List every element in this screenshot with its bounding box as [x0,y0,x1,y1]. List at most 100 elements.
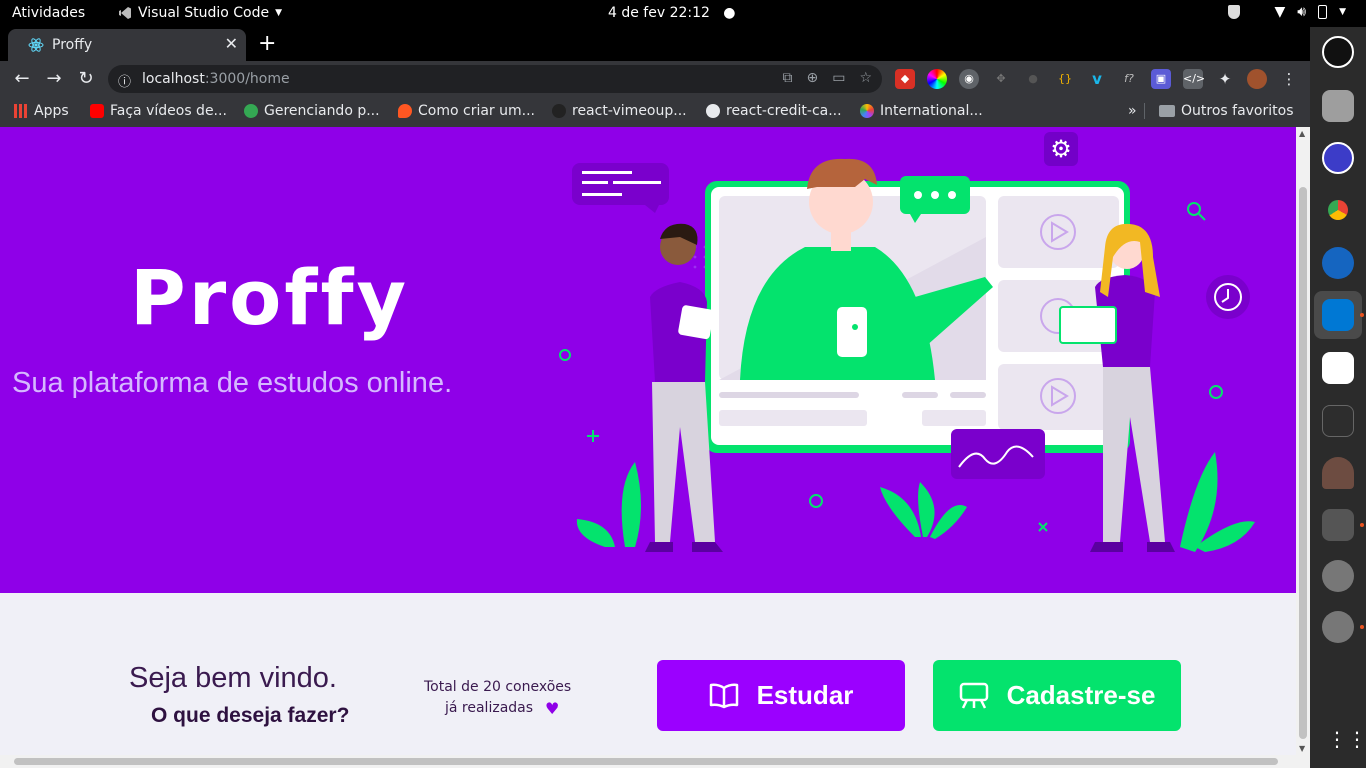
scroll-down-icon[interactable]: ▼ [1299,744,1305,753]
extension-icon[interactable]: ▣ [1151,69,1171,89]
dock: ⋮⋮⋮ [1310,27,1366,768]
json-icon[interactable]: {} [1055,69,1075,89]
disk-icon[interactable] [1322,560,1354,592]
horizontal-scrollbar[interactable] [0,755,1310,768]
chevron-down-icon: ▼ [275,8,283,18]
wifi-icon: ▼ [1274,4,1286,20]
bookmark-item[interactable]: Gerenciando p... [244,103,380,119]
apps-grid-icon [14,104,28,118]
extension-icon[interactable]: ● [1023,69,1043,89]
bookmark-item[interactable]: International... [860,103,983,119]
github-icon [552,104,566,118]
chevron-down-icon: ▼ [1339,7,1346,17]
tab-strip: Proffy ✕ + [0,27,1310,61]
files-icon[interactable] [1322,90,1354,122]
nbc-icon [860,104,874,118]
close-icon[interactable]: ✕ [225,34,238,53]
function-icon[interactable]: f? [1119,69,1139,89]
bookmarks-bar: Apps Faça vídeos de... Gerenciando p... … [0,97,1310,127]
vertical-scrollbar[interactable]: ▲ ▼ [1296,127,1310,755]
extension-icon[interactable]: ◆ [895,69,915,89]
page-viewport: Proffy Sua plataforma de estudos online. [0,127,1296,755]
extensions-bar: ◆ ◉ ✥ ● {} v f? ▣ </> ✦ ⋮ [895,69,1299,89]
gimp-icon[interactable] [1322,457,1354,489]
study-button[interactable]: Estudar [657,660,905,731]
running-dot-icon [1360,625,1364,629]
react-icon [28,38,44,52]
bookmark-item[interactable]: Como criar um... [398,103,535,119]
vscode-icon [119,7,131,19]
fire-icon [398,104,412,118]
disk-icon[interactable] [1322,611,1354,643]
tab-title: Proffy [52,37,93,53]
more-bookmarks-button[interactable]: » [1128,103,1137,119]
info-icon[interactable]: ⓘ [118,71,131,90]
scrollbar-thumb[interactable] [1299,187,1307,739]
battery-icon [1318,5,1328,19]
app-icon[interactable] [1322,142,1354,174]
welcome-question: O que deseja fazer? [151,704,350,727]
tab-proffy[interactable]: Proffy ✕ [8,29,246,61]
terminal-icon[interactable] [1322,405,1354,437]
scrollbar-thumb[interactable] [14,758,1278,765]
total-connections: Total de 20 conexões já realizadas ♥ [424,679,572,718]
landing-illustration [559,158,1255,552]
forward-button[interactable]: → [42,68,66,89]
landing-hero: Proffy Sua plataforma de estudos online. [0,127,1296,593]
scroll-up-icon[interactable]: ▲ [1299,129,1305,138]
translate-icon[interactable]: ⧉ [782,70,792,86]
volume-icon: 🔊︎ [1297,4,1307,20]
vimeo-icon[interactable]: v [1087,69,1107,89]
chrome-icon[interactable] [1322,194,1354,226]
star-icon[interactable]: ☆ [859,70,872,86]
other-bookmarks[interactable]: Outros favoritos [1144,103,1294,119]
clock[interactable]: 4 de fev 22:12 ● [608,5,736,21]
notification-dot-icon: ● [723,5,736,21]
zoom-icon[interactable]: ⊕ [806,70,818,86]
obs-icon[interactable] [1322,36,1354,68]
new-tab-button[interactable]: + [258,31,276,56]
vscode-icon[interactable] [1322,299,1354,331]
running-dot-icon [1360,313,1364,317]
gear-icon[interactable]: ⚙ [1044,132,1078,166]
desktop: Atividades Visual Studio Code ▼ 4 de fev… [0,0,1366,768]
folder-icon [1159,105,1175,117]
give-classes-button[interactable]: Cadastre-se [933,660,1181,731]
media-icon[interactable]: ▭ [832,70,845,86]
system-top-bar: Atividades Visual Studio Code ▼ 4 de fev… [0,0,1366,27]
app-name: Visual Studio Code [138,5,270,21]
bookmark-icon [244,104,258,118]
color-picker-icon[interactable] [927,69,947,89]
show-apps-icon[interactable]: ⋮⋮⋮ [1327,727,1366,751]
bookmark-item[interactable]: react-vimeoup... [552,103,687,119]
move-icon[interactable]: ✥ [991,69,1011,89]
globe-icon [706,104,720,118]
browser-toolbar: ← → ↻ ⓘ localhost:3000/home ⧉ ⊕ ▭ ☆ ◆ ◉ … [0,61,1310,97]
bookmark-item[interactable]: Faça vídeos de... [90,103,227,119]
youtube-icon [90,104,104,118]
bookmark-apps[interactable]: Apps [14,103,69,119]
app-icon[interactable] [1322,247,1354,279]
menu-icon[interactable]: ⋮ [1279,69,1299,89]
address-bar[interactable]: ⓘ localhost:3000/home ⧉ ⊕ ▭ ☆ [108,65,882,93]
proffy-logo: Proffy [130,253,410,342]
tagline: Sua plataforma de estudos online. [12,367,453,399]
back-button[interactable]: ← [10,68,34,89]
puzzle-icon[interactable]: ✦ [1215,69,1235,89]
reload-button[interactable]: ↻ [74,68,98,89]
code-icon[interactable]: </> [1183,69,1205,89]
heart-icon: ♥ [545,699,560,718]
extension-icon[interactable]: ◉ [959,69,979,89]
text-editor-icon[interactable] [1322,352,1354,384]
app-icon[interactable] [1322,509,1354,541]
book-icon [709,683,738,708]
bookmark-item[interactable]: react-credit-ca... [706,103,842,119]
running-dot-icon [1360,523,1364,527]
app-menu[interactable]: Visual Studio Code ▼ [118,5,282,21]
avatar[interactable] [1247,69,1267,89]
welcome-heading: Seja bem vindo. [129,662,337,694]
system-tray[interactable]: ▼ 🔊︎ ▼ [1228,4,1346,20]
activities-button[interactable]: Atividades [12,5,85,21]
tv-icon [959,682,988,709]
shield-icon [1228,5,1241,19]
